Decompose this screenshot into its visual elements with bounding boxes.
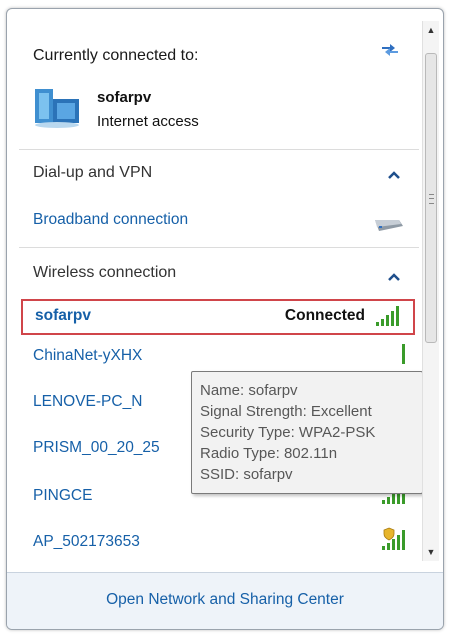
wifi-item-sofarpv[interactable]: sofarpv Connected — [21, 299, 415, 335]
wifi-name: LENOVE-PC_N — [33, 393, 143, 410]
scroll-thumb[interactable] — [425, 53, 437, 343]
scrollbar[interactable]: ▲ ▼ — [422, 21, 439, 561]
scroll-up-button[interactable]: ▲ — [423, 21, 439, 39]
connection-status: Connected — [284, 307, 365, 324]
connected-network-name: sofarpv — [97, 89, 152, 106]
group-header-wireless[interactable]: Wireless connection — [19, 248, 419, 296]
current-connection-title: Currently connected to: — [33, 47, 199, 64]
broadband-label: Broadband connection — [33, 211, 189, 228]
wifi-name: ChinaNet-yXHX — [33, 347, 143, 364]
wifi-item-ap[interactable]: AP_502173653 — [19, 525, 419, 559]
signal-strength-icon — [402, 344, 405, 364]
scroll-grip — [429, 194, 434, 204]
wifi-item-chinanet[interactable]: ChinaNet-yXHX — [19, 339, 419, 373]
chevron-up-icon — [388, 171, 400, 179]
footer: Open Network and Sharing Center — [7, 572, 443, 629]
wifi-name: PRISM_00_20_25 — [33, 439, 160, 456]
open-network-sharing-center-link[interactable]: Open Network and Sharing Center — [7, 591, 443, 609]
list-item-broadband[interactable]: Broadband connection — [19, 197, 419, 241]
group-header-dialup[interactable]: Dial-up and VPN — [19, 150, 419, 194]
connected-network-status: Internet access — [97, 113, 199, 130]
current-connection-section: Currently connected to: sofarpv Internet… — [19, 17, 419, 147]
scroll-down-button[interactable]: ▼ — [423, 543, 439, 561]
tooltip-signal-strength: Signal Strength: Excellent — [200, 403, 372, 420]
network-list: Currently connected to: sofarpv Internet… — [19, 17, 423, 562]
security-shield-icon — [383, 527, 395, 541]
network-icon — [35, 89, 79, 128]
modem-icon — [375, 220, 403, 231]
network-flyout: Currently connected to: sofarpv Internet… — [6, 8, 444, 630]
refresh-icon[interactable] — [379, 39, 401, 57]
group-label-dialup: Dial-up and VPN — [33, 164, 153, 181]
signal-strength-icon — [376, 306, 399, 326]
tooltip-security-type: Security Type: WPA2-PSK — [200, 424, 376, 441]
network-tooltip: Name: sofarpv Signal Strength: Excellent… — [191, 371, 423, 494]
tooltip-name: Name: sofarpv — [200, 382, 298, 399]
chevron-up-icon — [388, 273, 400, 281]
wifi-name: sofarpv — [35, 307, 91, 324]
group-label-wireless: Wireless connection — [33, 264, 177, 281]
wifi-name: PINGCE — [33, 487, 93, 504]
wifi-name: AP_502173653 — [33, 533, 140, 550]
tooltip-ssid: SSID: sofarpv — [200, 466, 293, 483]
tooltip-radio-type: Radio Type: 802.11n — [200, 445, 338, 462]
